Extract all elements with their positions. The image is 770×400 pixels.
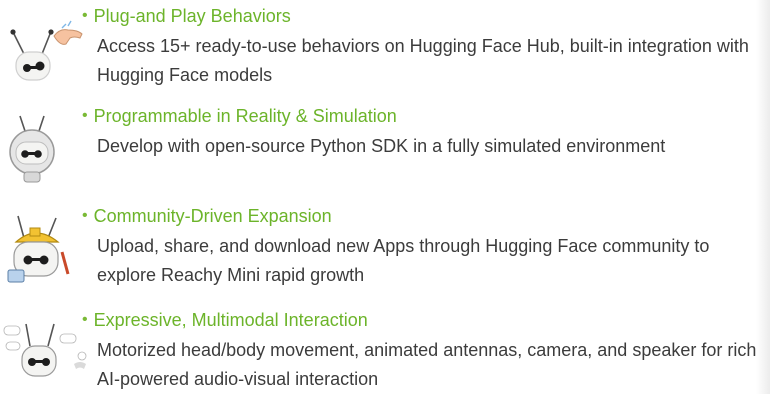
feature-title-row: • Expressive, Multimodal Interaction <box>82 308 368 332</box>
feature-description: Motorized head/body movement, animated a… <box>97 340 757 389</box>
feature-title-row: • Programmable in Reality & Simulation <box>82 104 397 128</box>
feature-item-community: • Community-Driven Expansion Upload, sha… <box>0 200 770 296</box>
robot-builder-icon <box>2 212 92 290</box>
feature-title: Expressive, Multimodal Interaction <box>93 310 368 330</box>
feature-list: • Plug-and Play Behaviors Access 15+ rea… <box>0 0 770 394</box>
feature-title-row: • Community-Driven Expansion <box>82 204 332 228</box>
right-edge-shade <box>756 0 770 394</box>
feature-description: Develop with open-source Python SDK in a… <box>97 136 666 156</box>
bullet: • <box>82 311 88 328</box>
feature-item-programmable: • Programmable in Reality & Simulation D… <box>0 100 770 196</box>
robot-astronaut-icon <box>2 112 92 190</box>
feature-title-row: • Plug-and Play Behaviors <box>82 4 291 28</box>
feature-title: Programmable in Reality & Simulation <box>93 106 397 126</box>
bullet: • <box>82 207 88 224</box>
feature-title: Community-Driven Expansion <box>93 206 332 226</box>
feature-item-expressive: • Expressive, Multimodal Interaction Mot… <box>0 304 770 400</box>
feature-description: Upload, share, and download new Apps thr… <box>97 236 710 285</box>
robot-hand-icon <box>2 12 92 90</box>
bullet: • <box>82 107 88 124</box>
feature-description: Access 15+ ready-to-use behaviors on Hug… <box>97 36 749 85</box>
feature-item-plug-and-play: • Plug-and Play Behaviors Access 15+ rea… <box>0 0 770 96</box>
bullet: • <box>82 7 88 24</box>
robot-speech-icon <box>2 316 92 394</box>
feature-title: Plug-and Play Behaviors <box>93 6 291 26</box>
